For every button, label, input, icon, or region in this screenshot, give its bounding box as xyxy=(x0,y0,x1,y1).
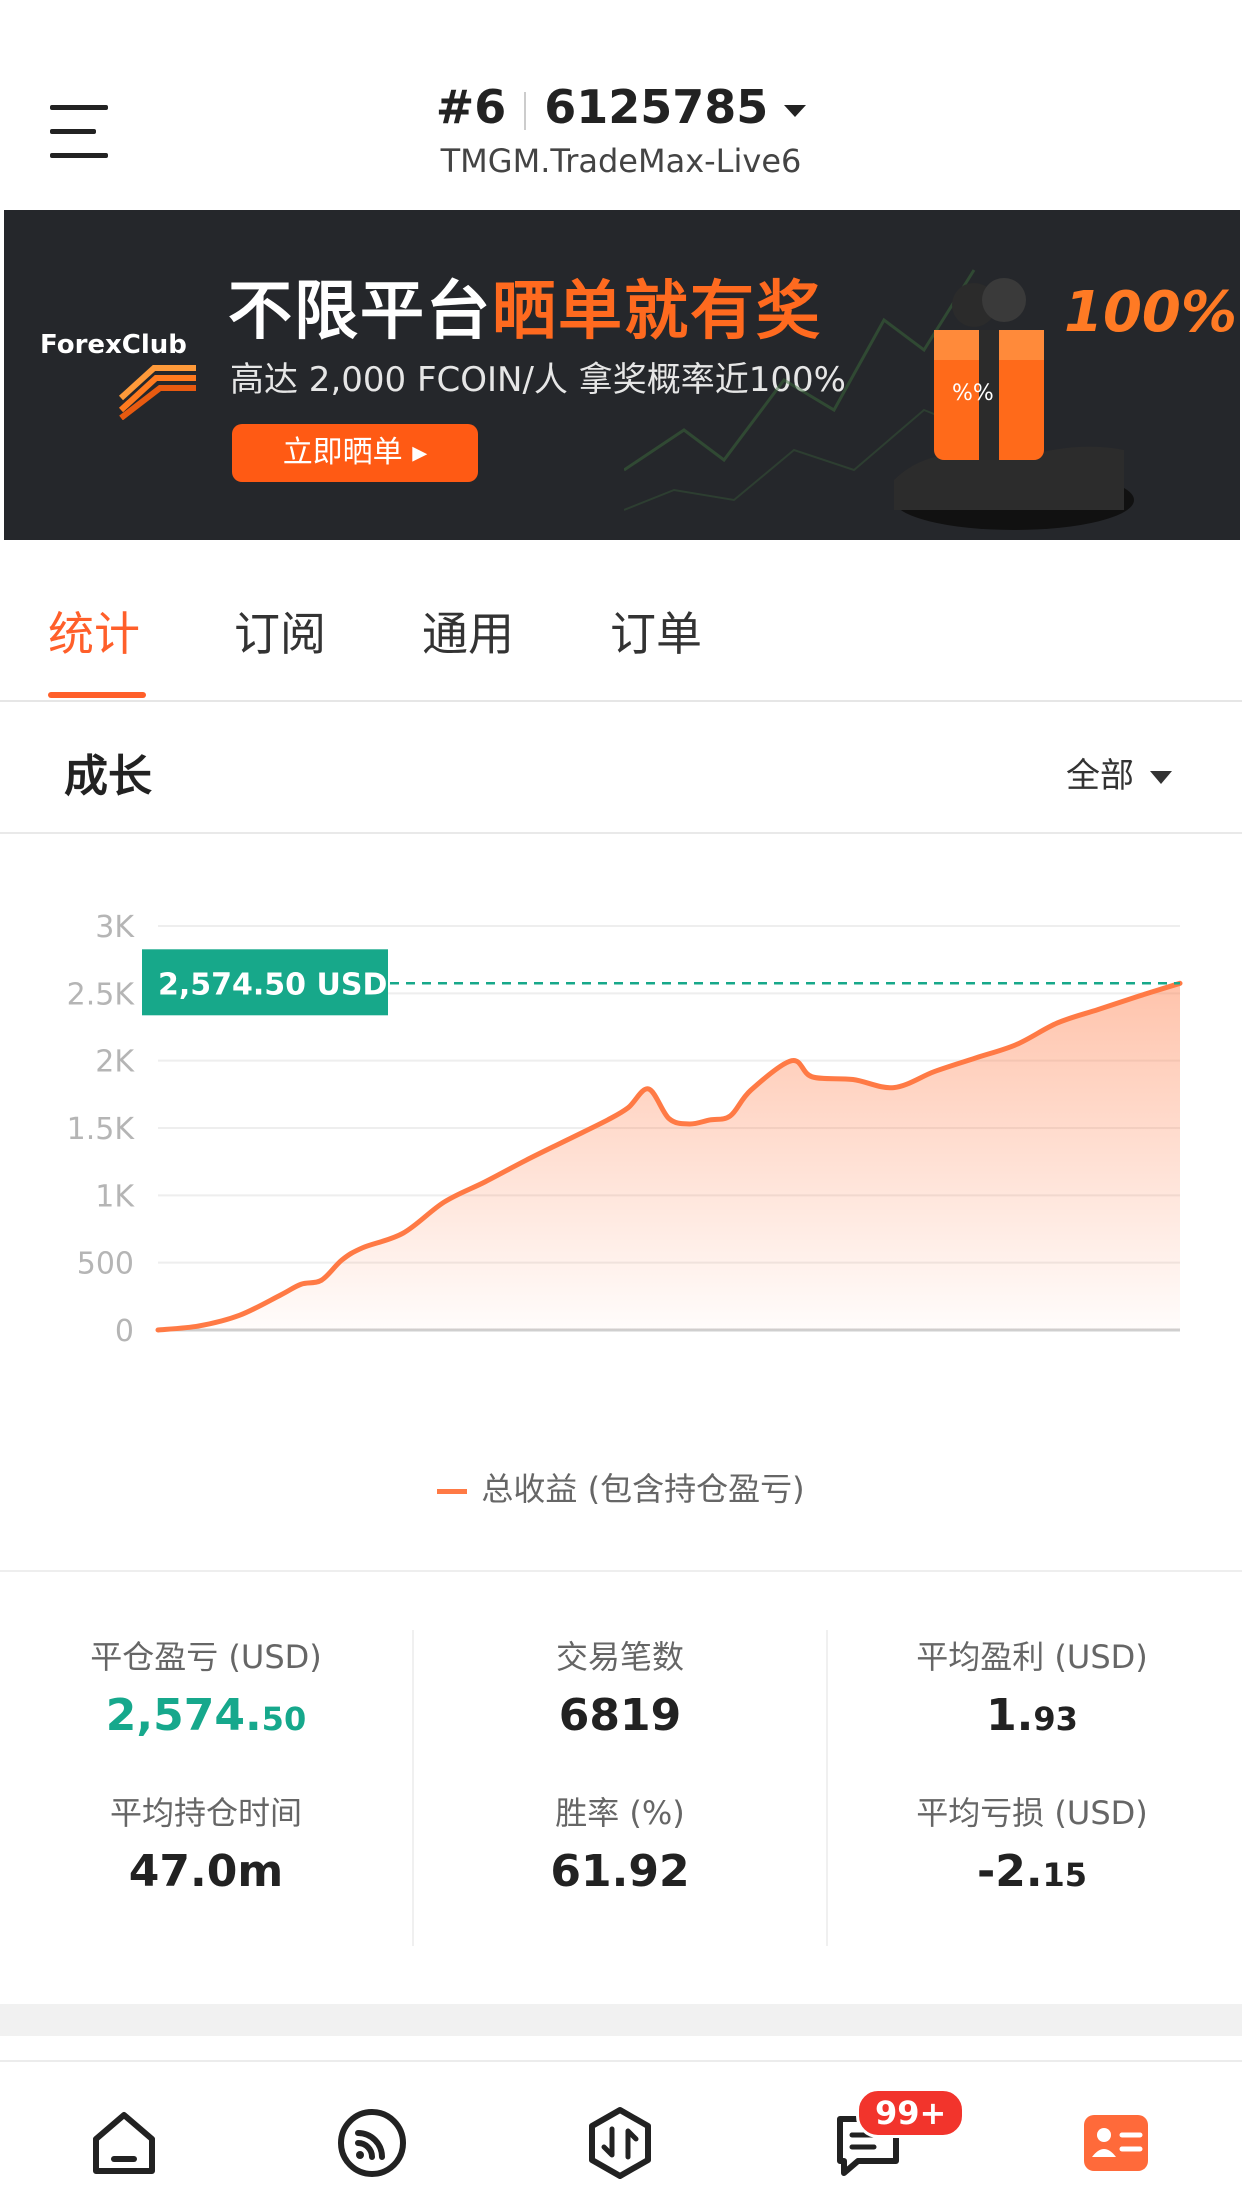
profile-icon[interactable] xyxy=(1078,2105,1154,2181)
divider xyxy=(0,1570,1242,1572)
feed-icon[interactable] xyxy=(334,2105,410,2181)
legend-swatch xyxy=(437,1488,468,1494)
account-number: #6 xyxy=(435,80,507,134)
tab-statistics[interactable]: 统计 xyxy=(48,598,140,664)
y-tick-label: 2.5K xyxy=(67,977,136,1012)
win-rate-label: 胜率 (%) xyxy=(555,1794,685,1832)
y-tick-label: 2K xyxy=(95,1045,135,1080)
chevron-down-icon xyxy=(784,104,807,117)
trade-icon[interactable] xyxy=(582,2105,658,2181)
section-spacer xyxy=(0,2004,1242,2036)
tab-subscribe[interactable]: 订阅 xyxy=(234,598,326,664)
trades-value: 6819 xyxy=(558,1690,682,1741)
tab-bar: 统计 订阅 通用 订单 xyxy=(0,540,1242,702)
closed-pnl-label: 平仓盈亏 (USD) xyxy=(90,1638,322,1676)
avg-loss-label: 平均亏损 (USD) xyxy=(916,1794,1148,1832)
chevron-down-icon xyxy=(1150,771,1172,784)
tab-general[interactable]: 通用 xyxy=(422,598,514,664)
account-id: 6125785 xyxy=(544,80,769,134)
legend-label: 总收益 (包含持仓盈亏) xyxy=(481,1470,805,1508)
tab-orders[interactable]: 订单 xyxy=(610,598,702,664)
y-tick-label: 1K xyxy=(95,1179,135,1214)
y-tick-label: 3K xyxy=(95,910,135,945)
avg-profit-label: 平均盈利 (USD) xyxy=(916,1638,1148,1676)
active-tab-indicator xyxy=(48,692,146,698)
range-filter-dropdown[interactable]: 全部 xyxy=(1066,748,1172,797)
avg-loss-value: -2.15 xyxy=(976,1846,1088,1897)
avg-profit-value: 1.93 xyxy=(986,1690,1078,1741)
promo-banner[interactable]: ForexClub 不限平台晒单就有奖 高达 2,000 FCOIN/人 拿奖概… xyxy=(4,210,1240,540)
server-name: TMGM.TradeMax-Live6 xyxy=(440,142,802,180)
chart-legend: 总收益 (包含持仓盈亏) xyxy=(0,1464,1242,1510)
unread-badge: 99+ xyxy=(856,2088,966,2138)
share-button[interactable]: 立即晒单 ▸ xyxy=(232,424,478,482)
account-selector[interactable]: #6 6125785 xyxy=(0,80,1242,134)
y-tick-label: 500 xyxy=(77,1247,134,1282)
y-tick-label: 0 xyxy=(115,1314,134,1349)
series-area xyxy=(158,983,1180,1330)
current-value-label: 2,574.50 USD xyxy=(158,967,387,1002)
section-title: 成长 xyxy=(64,751,152,802)
logo-stripes-icon xyxy=(118,365,196,420)
closed-pnl-value: 2,574.50 xyxy=(105,1690,307,1741)
separator xyxy=(524,91,527,130)
column-divider xyxy=(826,1630,828,1946)
banner-badge: 100% xyxy=(1064,280,1238,345)
home-icon[interactable] xyxy=(86,2105,162,2181)
avg-hold-label: 平均持仓时间 xyxy=(109,1794,302,1832)
avg-hold-value: 47.0m xyxy=(128,1846,284,1897)
growth-chart[interactable]: 3K2.5K2K1.5K1K5000 08 Nov15 Nov22 Nov29 … xyxy=(0,834,1242,1354)
win-rate-value: 61.92 xyxy=(550,1846,690,1897)
trades-label: 交易笔数 xyxy=(555,1638,684,1676)
y-tick-label: 1.5K xyxy=(67,1112,136,1147)
column-divider xyxy=(412,1630,414,1946)
svg-text:%%: %% xyxy=(952,381,994,406)
